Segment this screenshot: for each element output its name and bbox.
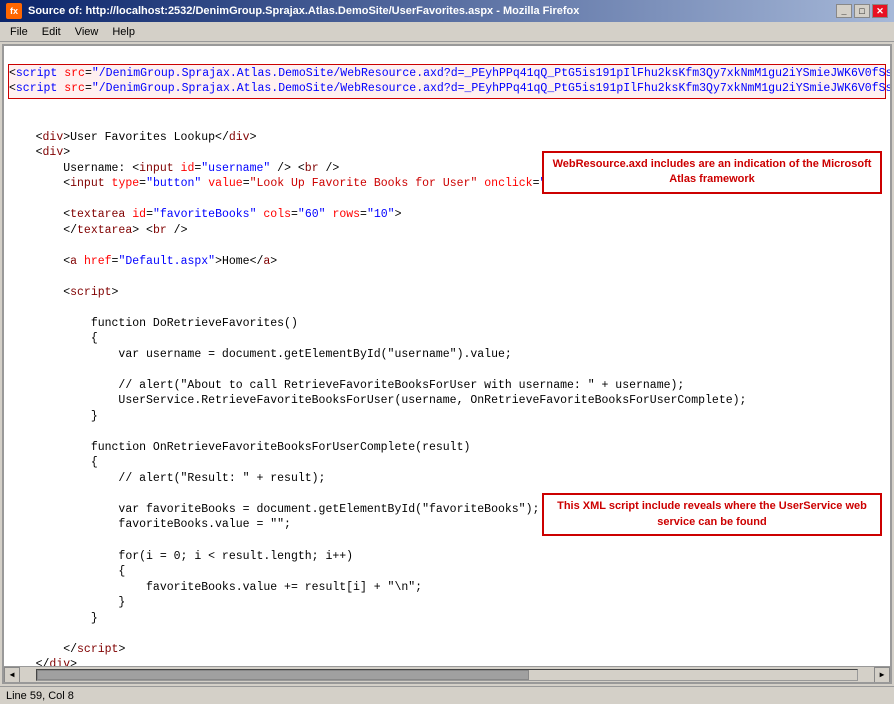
menu-help[interactable]: Help: [106, 25, 141, 39]
maximize-button[interactable]: □: [854, 4, 870, 18]
menu-view[interactable]: View: [69, 25, 105, 39]
minimize-button[interactable]: _: [836, 4, 852, 18]
scrollbar-thumb[interactable]: [37, 670, 529, 680]
title-bar: fx Source of: http://localhost:2532/Deni…: [0, 0, 894, 22]
close-button[interactable]: ✕: [872, 4, 888, 18]
menu-edit[interactable]: Edit: [36, 25, 67, 39]
window-title: Source of: http://localhost:2532/DenimGr…: [28, 5, 579, 17]
scroll-left-button[interactable]: ◀: [4, 667, 20, 683]
annotation-xmlscript: This XML script include reveals where th…: [542, 493, 882, 536]
cursor-position: Line 59, Col 8: [6, 690, 74, 702]
scrollbar-track[interactable]: [36, 669, 858, 681]
status-bar: Line 59, Col 8: [0, 686, 894, 704]
code-display: <script src="/DenimGroup.Sprajax.Atlas.D…: [4, 46, 890, 666]
annotation-webresource: WebResource.axd includes are an indicati…: [542, 151, 882, 194]
scroll-right-button[interactable]: ▶: [874, 667, 890, 683]
app-icon: fx: [6, 3, 22, 19]
editor-content[interactable]: <script src="/DenimGroup.Sprajax.Atlas.D…: [4, 46, 890, 666]
menu-bar: File Edit View Help: [0, 22, 894, 42]
menu-file[interactable]: File: [4, 25, 34, 39]
horizontal-scrollbar[interactable]: ◀ ▶: [4, 666, 890, 682]
source-editor: <script src="/DenimGroup.Sprajax.Atlas.D…: [2, 44, 892, 684]
